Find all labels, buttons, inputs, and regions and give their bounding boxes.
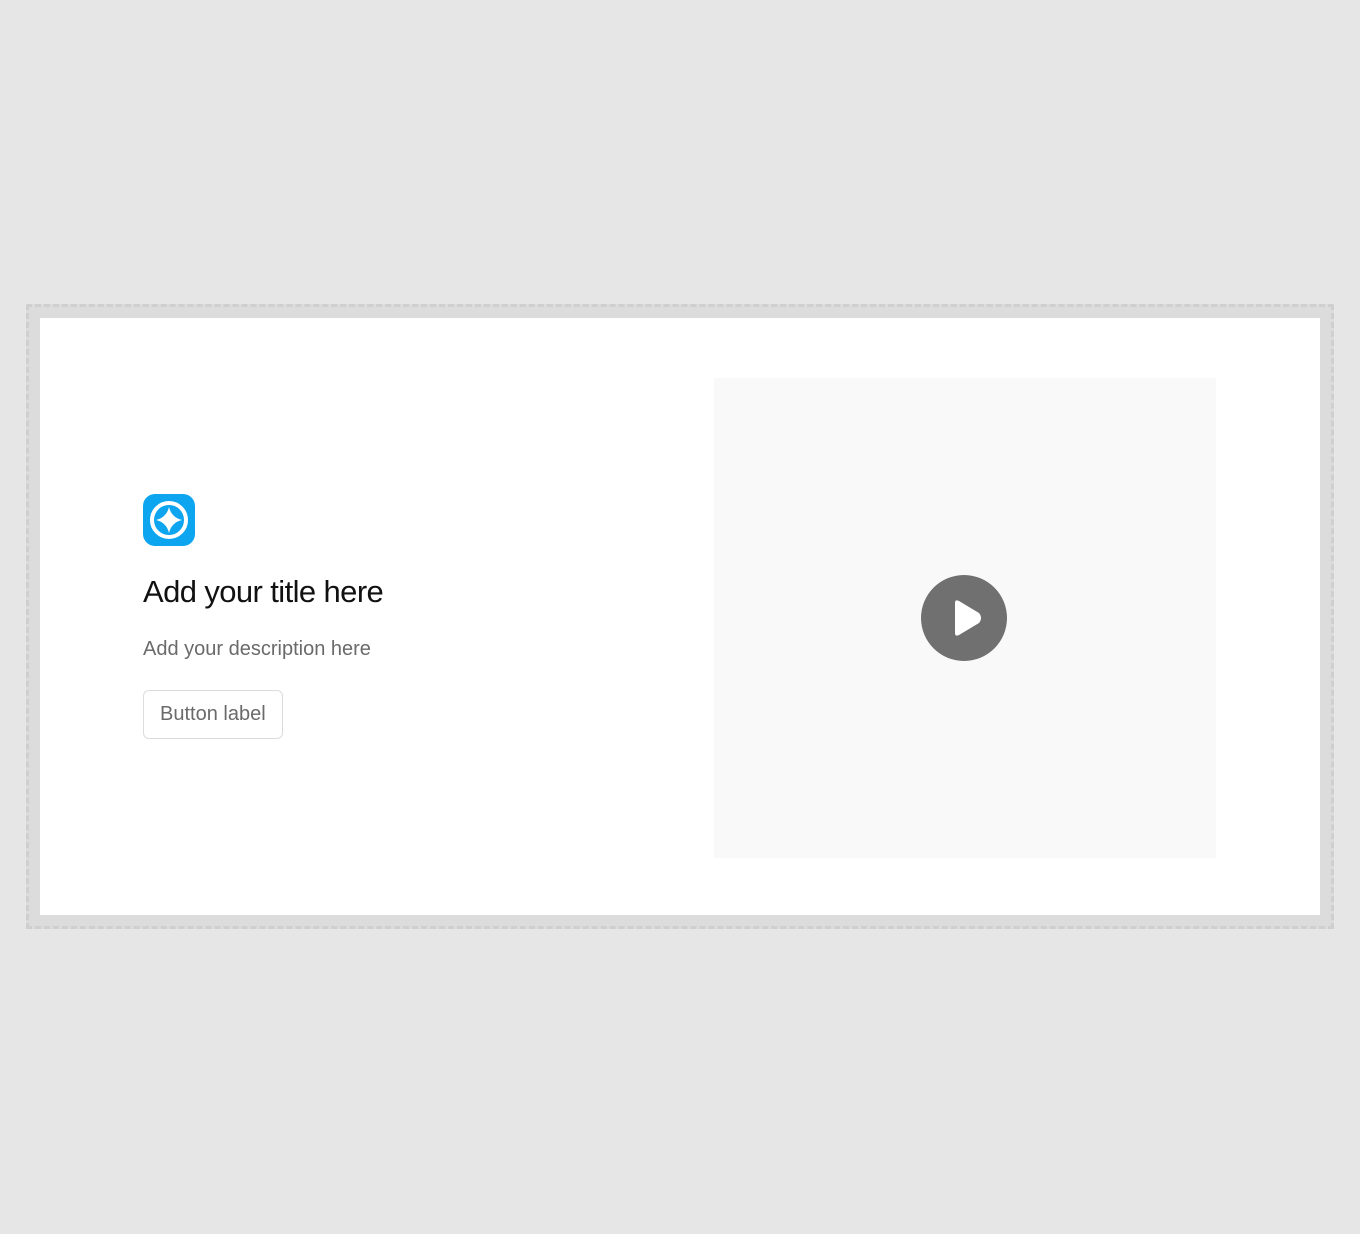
hero-description: Add your description here: [143, 638, 371, 660]
hero-title: Add your title here: [143, 574, 384, 609]
sparkle-star-icon: [143, 494, 195, 546]
cta-button[interactable]: Button label: [143, 690, 283, 739]
video-placeholder[interactable]: [714, 378, 1216, 858]
play-icon: [921, 575, 1007, 661]
hero-content: Add your title here Add your description…: [143, 494, 623, 739]
hero-section: Add your title here Add your description…: [40, 318, 1320, 915]
play-button[interactable]: [921, 575, 1007, 661]
